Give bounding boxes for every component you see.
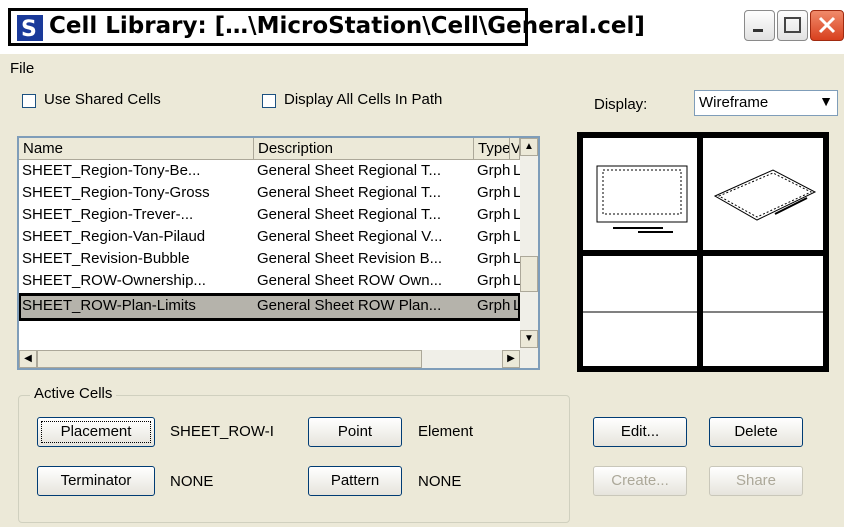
minimize-icon bbox=[753, 29, 763, 32]
display-all-cells-label: Display All Cells In Path bbox=[284, 91, 443, 108]
cell-type: Grph bbox=[477, 272, 511, 289]
column-header-name[interactable]: Name bbox=[19, 138, 254, 160]
scroll-left-icon[interactable]: ◀ bbox=[19, 350, 37, 368]
column-header-description[interactable]: Description bbox=[254, 138, 474, 160]
cell-v: L bbox=[513, 206, 520, 223]
point-value: Element bbox=[418, 423, 474, 440]
preview-pane-front-view bbox=[583, 256, 697, 366]
scroll-down-icon[interactable]: ▼ bbox=[520, 330, 538, 348]
scroll-up-icon[interactable]: ▲ bbox=[520, 138, 538, 156]
cell-description: General Sheet Regional T... bbox=[257, 206, 442, 223]
cell-v: L bbox=[513, 297, 518, 314]
cell-name: SHEET_Region-Tony-Gross bbox=[22, 184, 210, 201]
cell-description: General Sheet ROW Own... bbox=[257, 272, 443, 289]
placement-value: SHEET_ROW-I bbox=[170, 423, 274, 440]
list-row[interactable]: SHEET_ROW-Ownership... General Sheet ROW… bbox=[19, 271, 520, 293]
chevron-down-icon: ▼ bbox=[819, 93, 833, 109]
pattern-button[interactable]: Pattern bbox=[308, 466, 402, 496]
display-label: Display: bbox=[594, 96, 648, 113]
svg-text:S: S bbox=[21, 17, 37, 41]
cell-name: SHEET_ROW-Plan-Limits bbox=[22, 297, 196, 314]
display-mode-value: Wireframe bbox=[699, 94, 769, 111]
cell-name: SHEET_Region-Trever-... bbox=[22, 206, 194, 223]
preview-pane-side-view bbox=[703, 256, 823, 366]
placement-button[interactable]: Placement bbox=[37, 417, 155, 447]
cell-type: Grph bbox=[477, 206, 511, 223]
list-row[interactable]: SHEET_Region-Tony-Gross General Sheet Re… bbox=[19, 183, 520, 205]
menu-bar: File bbox=[0, 54, 844, 84]
cell-v: L bbox=[513, 250, 520, 267]
close-icon bbox=[818, 16, 836, 34]
menu-file[interactable]: File bbox=[10, 60, 34, 77]
cell-type: Grph bbox=[477, 162, 511, 179]
create-button[interactable]: Create... bbox=[593, 466, 687, 496]
title-bar[interactable]: S Cell Library: […\MicroStation\Cell\Gen… bbox=[0, 0, 844, 54]
cell-type: Grph bbox=[477, 250, 511, 267]
cell-name: SHEET_ROW-Ownership... bbox=[22, 272, 206, 289]
list-row[interactable]: SHEET_Region-Trever-... General Sheet Re… bbox=[19, 205, 520, 227]
scroll-thumb[interactable] bbox=[520, 256, 538, 292]
close-button[interactable] bbox=[810, 10, 844, 41]
scroll-right-icon[interactable]: ▶ bbox=[502, 350, 520, 368]
use-shared-cells-label: Use Shared Cells bbox=[44, 91, 161, 108]
cell-description: General Sheet Regional T... bbox=[257, 162, 442, 179]
cell-preview bbox=[577, 132, 829, 372]
display-all-cells-checkbox[interactable] bbox=[262, 94, 276, 108]
maximize-icon bbox=[784, 17, 801, 33]
microstation-icon: S bbox=[17, 15, 43, 41]
sheet-edge-icon bbox=[583, 311, 697, 313]
cell-v: L bbox=[513, 184, 520, 201]
cell-name: SHEET_Revision-Bubble bbox=[22, 250, 190, 267]
vertical-scrollbar[interactable]: ▲ ▼ bbox=[520, 138, 538, 368]
cell-v: L bbox=[513, 162, 520, 179]
cell-v: L bbox=[513, 228, 520, 245]
cell-v: L bbox=[513, 272, 520, 289]
cell-type: Grph bbox=[477, 297, 511, 314]
horizontal-scrollbar[interactable]: ◀ ▶ bbox=[19, 350, 520, 368]
sheet-wireframe-icon bbox=[596, 165, 688, 233]
share-button[interactable]: Share bbox=[709, 466, 803, 496]
column-header-v[interactable]: V bbox=[510, 138, 520, 160]
cell-description: General Sheet ROW Plan... bbox=[257, 297, 442, 314]
cell-description: General Sheet Regional T... bbox=[257, 184, 442, 201]
cell-name: SHEET_Region-Van-Pilaud bbox=[22, 228, 206, 245]
minimize-button[interactable] bbox=[744, 10, 775, 41]
active-cells-label: Active Cells bbox=[30, 385, 117, 402]
use-shared-cells-checkbox[interactable] bbox=[22, 94, 36, 108]
scroll-thumb[interactable] bbox=[37, 350, 422, 368]
preview-pane-iso-view bbox=[703, 138, 823, 250]
cell-description: General Sheet Regional V... bbox=[257, 228, 443, 245]
cell-name: SHEET_Region-Tony-Be... bbox=[22, 162, 201, 179]
title-highlight: S Cell Library: […\MicroStation\Cell\Gen… bbox=[8, 8, 645, 46]
list-row[interactable]: SHEET_Revision-Bubble General Sheet Revi… bbox=[19, 249, 520, 271]
pattern-value: NONE bbox=[418, 473, 462, 490]
cell-type: Grph bbox=[477, 184, 511, 201]
cell-description: General Sheet Revision B... bbox=[257, 250, 443, 267]
list-row[interactable]: SHEET_Region-Van-Pilaud General Sheet Re… bbox=[19, 227, 520, 249]
sheet-isometric-icon bbox=[713, 169, 817, 221]
cell-type: Grph bbox=[477, 228, 511, 245]
cell-list[interactable]: Name Description Type V SHEET_Region-Ton… bbox=[17, 136, 540, 370]
active-cells-group bbox=[18, 395, 570, 523]
edit-button[interactable]: Edit... bbox=[593, 417, 687, 447]
sheet-edge-icon bbox=[703, 311, 823, 313]
maximize-button[interactable] bbox=[777, 10, 808, 41]
terminator-value: NONE bbox=[170, 473, 214, 490]
window-title: Cell Library: […\MicroStation\Cell\Gener… bbox=[49, 13, 645, 39]
display-mode-select[interactable]: Wireframe ▼ bbox=[694, 90, 838, 116]
point-button[interactable]: Point bbox=[308, 417, 402, 447]
list-row[interactable]: SHEET_Region-Tony-Be... General Sheet Re… bbox=[19, 161, 520, 183]
preview-pane-top-view bbox=[583, 138, 697, 250]
column-header-type[interactable]: Type bbox=[474, 138, 510, 160]
list-row-selected[interactable]: SHEET_ROW-Plan-Limits General Sheet ROW … bbox=[19, 293, 521, 321]
delete-button[interactable]: Delete bbox=[709, 417, 803, 447]
terminator-button[interactable]: Terminator bbox=[37, 466, 155, 496]
